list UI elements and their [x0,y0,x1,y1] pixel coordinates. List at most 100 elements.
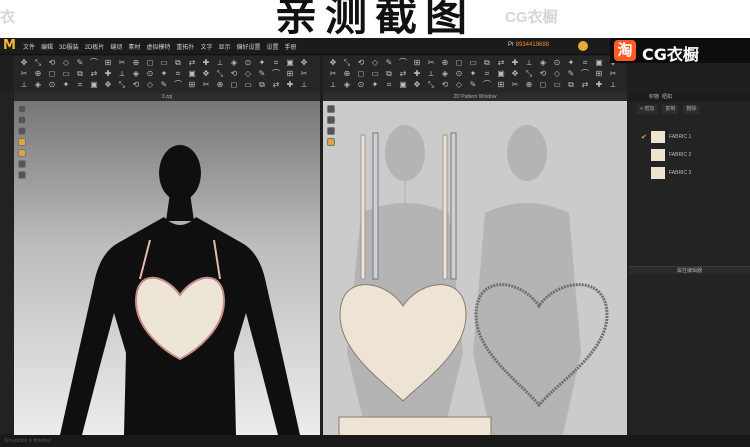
toolbar-3d-tool-icon[interactable]: ✂ [300,70,308,78]
toolbar-3d-tool-icon[interactable]: ✚ [286,81,294,89]
toolbar-2d-tool-icon[interactable]: ✚ [511,59,519,67]
toolbar-2d-tool-icon[interactable]: ✦ [567,59,575,67]
toolbar-2d-tool-icon[interactable]: ⊕ [343,70,351,78]
toolbar-3d-tool-icon[interactable]: ✦ [62,81,70,89]
toolbar-2d-tool-icon[interactable]: ✚ [413,70,421,78]
toolbar-3d-tool-icon[interactable]: ✥ [202,70,210,78]
toolbar-2d-tool-icon[interactable]: ◈ [539,59,547,67]
toolbar-2d-tool-icon[interactable]: ⇄ [399,70,407,78]
menu-item[interactable]: 文字 [200,42,212,51]
toolbar-3d-tool-icon[interactable]: ✥ [300,59,308,67]
toolbar-3d-tool-icon[interactable]: ◻ [230,81,238,89]
toolbar-3d-tool-icon[interactable]: ◇ [244,70,252,78]
toolbar-2d-tool-icon[interactable]: ⟂ [329,81,337,89]
toolbar-2d-tool-icon[interactable]: ✥ [413,81,421,89]
toolbar-2d-tool-icon[interactable]: ◇ [553,70,561,78]
viewport-2d-tool-icon[interactable] [327,138,335,146]
toolbar-3d-tool-icon[interactable]: ⊞ [286,70,294,78]
toolbar-3d-tool-icon[interactable]: ⌗ [272,59,280,67]
viewport-3d-tool-icon[interactable] [18,171,26,179]
viewport-2d[interactable]: 2D Pattern Window [323,93,627,435]
toolbar-3d-tool-icon[interactable]: ✚ [202,59,210,67]
toolbar-2d-tool-icon[interactable]: ⊙ [553,59,561,67]
toolbar-3d-tool-icon[interactable]: ◇ [146,81,154,89]
toolbar-3d-tool-icon[interactable]: ◈ [34,81,42,89]
toolbar-3d-tool-icon[interactable]: ◻ [146,59,154,67]
toolbar-2d-tool-icon[interactable]: ✂ [511,81,519,89]
viewport-2d-tool-icon[interactable] [327,105,335,113]
toolbar-2d-tool-icon[interactable]: ⊞ [413,59,421,67]
toolbar-2d-tool-icon[interactable]: ◈ [343,81,351,89]
object-browser-tool-button[interactable]: 删除 [683,105,700,114]
toolbar-2d-tool-icon[interactable]: ◈ [441,70,449,78]
fabric-item[interactable]: FABRIC 2 [629,147,750,163]
viewport-3d-tool-icon[interactable] [18,138,26,146]
toolbar-2d-tool-icon[interactable]: ⊞ [497,81,505,89]
toolbar-2d-tool-icon[interactable]: ✥ [511,70,519,78]
toolbar-2d-tool-icon[interactable]: ▣ [399,81,407,89]
menu-item[interactable]: 3D服装 [59,42,79,51]
toolbar-3d-tool-icon[interactable]: ⧉ [76,70,84,78]
toolbar-2d-tool-icon[interactable]: ◻ [455,59,463,67]
toolbar-2d-tool-icon[interactable]: ⤡ [343,59,351,67]
menu-item[interactable]: 偏好设置 [236,42,260,51]
toolbar-3d-tool-icon[interactable]: ⌗ [174,70,182,78]
toolbar-3d-tool-icon[interactable]: ⧉ [258,81,266,89]
viewport-3d-tool-icon[interactable] [18,116,26,124]
toolbar-2d-tool-icon[interactable]: ⊞ [595,70,603,78]
toolbar-2d-tool-icon[interactable]: ▣ [595,59,603,67]
toolbar-3d-tool-icon[interactable]: ⊕ [216,81,224,89]
toolbar-2d-tool-icon[interactable]: ✎ [567,70,575,78]
toolbar-3d-tool-icon[interactable]: ⊞ [104,59,112,67]
toolbar-2d-tool-icon[interactable]: ✂ [427,59,435,67]
tab-1[interactable]: 纽扣 [662,93,672,102]
toolbar-3d-tool-icon[interactable]: ✦ [160,70,168,78]
toolbar-3d-tool-icon[interactable]: ✦ [258,59,266,67]
toolbar-2d-tool-icon[interactable]: ✦ [469,70,477,78]
toolbar-2d-tool-icon[interactable]: ⧉ [483,59,491,67]
menu-item[interactable]: 编辑 [41,42,53,51]
toolbar-2d-tool-icon[interactable]: ⊙ [357,81,365,89]
toolbar-3d-tool-icon[interactable]: ✎ [76,59,84,67]
toolbar-3d-tool-icon[interactable]: ⟂ [300,81,308,89]
toolbar-3d-tool-icon[interactable]: ⤡ [118,81,126,89]
menu-item[interactable]: 设置 [266,42,278,51]
toolbar-3d-tool-icon[interactable]: ✂ [20,70,28,78]
object-browser-tool-button[interactable]: + 增加 [637,105,658,114]
toolbar-3d-tool-icon[interactable]: ⟂ [216,59,224,67]
tab-0[interactable]: 织物 [649,93,659,102]
toolbar-2d-tool-icon[interactable]: ⧉ [385,70,393,78]
toolbar-2d-tool-icon[interactable]: ✎ [469,81,477,89]
toolbar-3d-tool-icon[interactable]: ⊕ [34,70,42,78]
toolbar-3d-tool-icon[interactable]: ⧉ [174,59,182,67]
toolbar-3d-tool-icon[interactable]: ⊙ [244,59,252,67]
toolbar-3d-tool-icon[interactable]: ◈ [230,59,238,67]
menu-item[interactable]: 缝纫 [110,42,122,51]
toolbar-3d-tool-icon[interactable]: ⊙ [146,70,154,78]
toolbar-2d-tool-icon[interactable]: ⟂ [427,70,435,78]
toolbar-3d-tool-icon[interactable]: ▭ [62,70,70,78]
toolbar-2d-tool-icon[interactable]: ⌗ [581,59,589,67]
toolbar-3d-tool-icon[interactable]: ⟂ [20,81,28,89]
toolbar-3d-tool-icon[interactable]: ⟂ [118,70,126,78]
toolbar-2d-tool-icon[interactable]: ▭ [469,59,477,67]
viewport-2d-tool-icon[interactable] [327,127,335,135]
viewport-3d-tool-icon[interactable] [18,127,26,135]
toolbar-2d-tool-icon[interactable]: ✎ [385,59,393,67]
toolbar-3d-tool-icon[interactable]: ⟲ [132,81,140,89]
toolbar-2d-tool-icon[interactable]: ⟲ [357,59,365,67]
toolbar-2d-tool-icon[interactable]: ⟲ [539,70,547,78]
toolbar-2d-tool-icon[interactable]: ⌗ [385,81,393,89]
fabric-item[interactable]: ✔ FABRIC 1 [629,129,750,145]
menu-item[interactable]: 虚拟模特 [146,42,170,51]
menu-item[interactable]: 手册 [285,42,297,51]
toolbar-2d-tool-icon[interactable]: ⌒ [399,59,407,67]
toolbar-3d-tool-icon[interactable]: ◻ [48,70,56,78]
toolbar-3d-tool-icon[interactable]: ⟲ [48,59,56,67]
toolbar-3d-tool-icon[interactable]: ✥ [20,59,28,67]
viewport-3d[interactable]: 3.zpj [14,93,320,435]
toolbar-2d-tool-icon[interactable]: ✂ [329,70,337,78]
toolbar-2d-tool-icon[interactable]: ⊕ [441,59,449,67]
toolbar-2d-tool-icon[interactable]: ⟂ [525,59,533,67]
toolbar-3d-tool-icon[interactable]: ▭ [160,59,168,67]
